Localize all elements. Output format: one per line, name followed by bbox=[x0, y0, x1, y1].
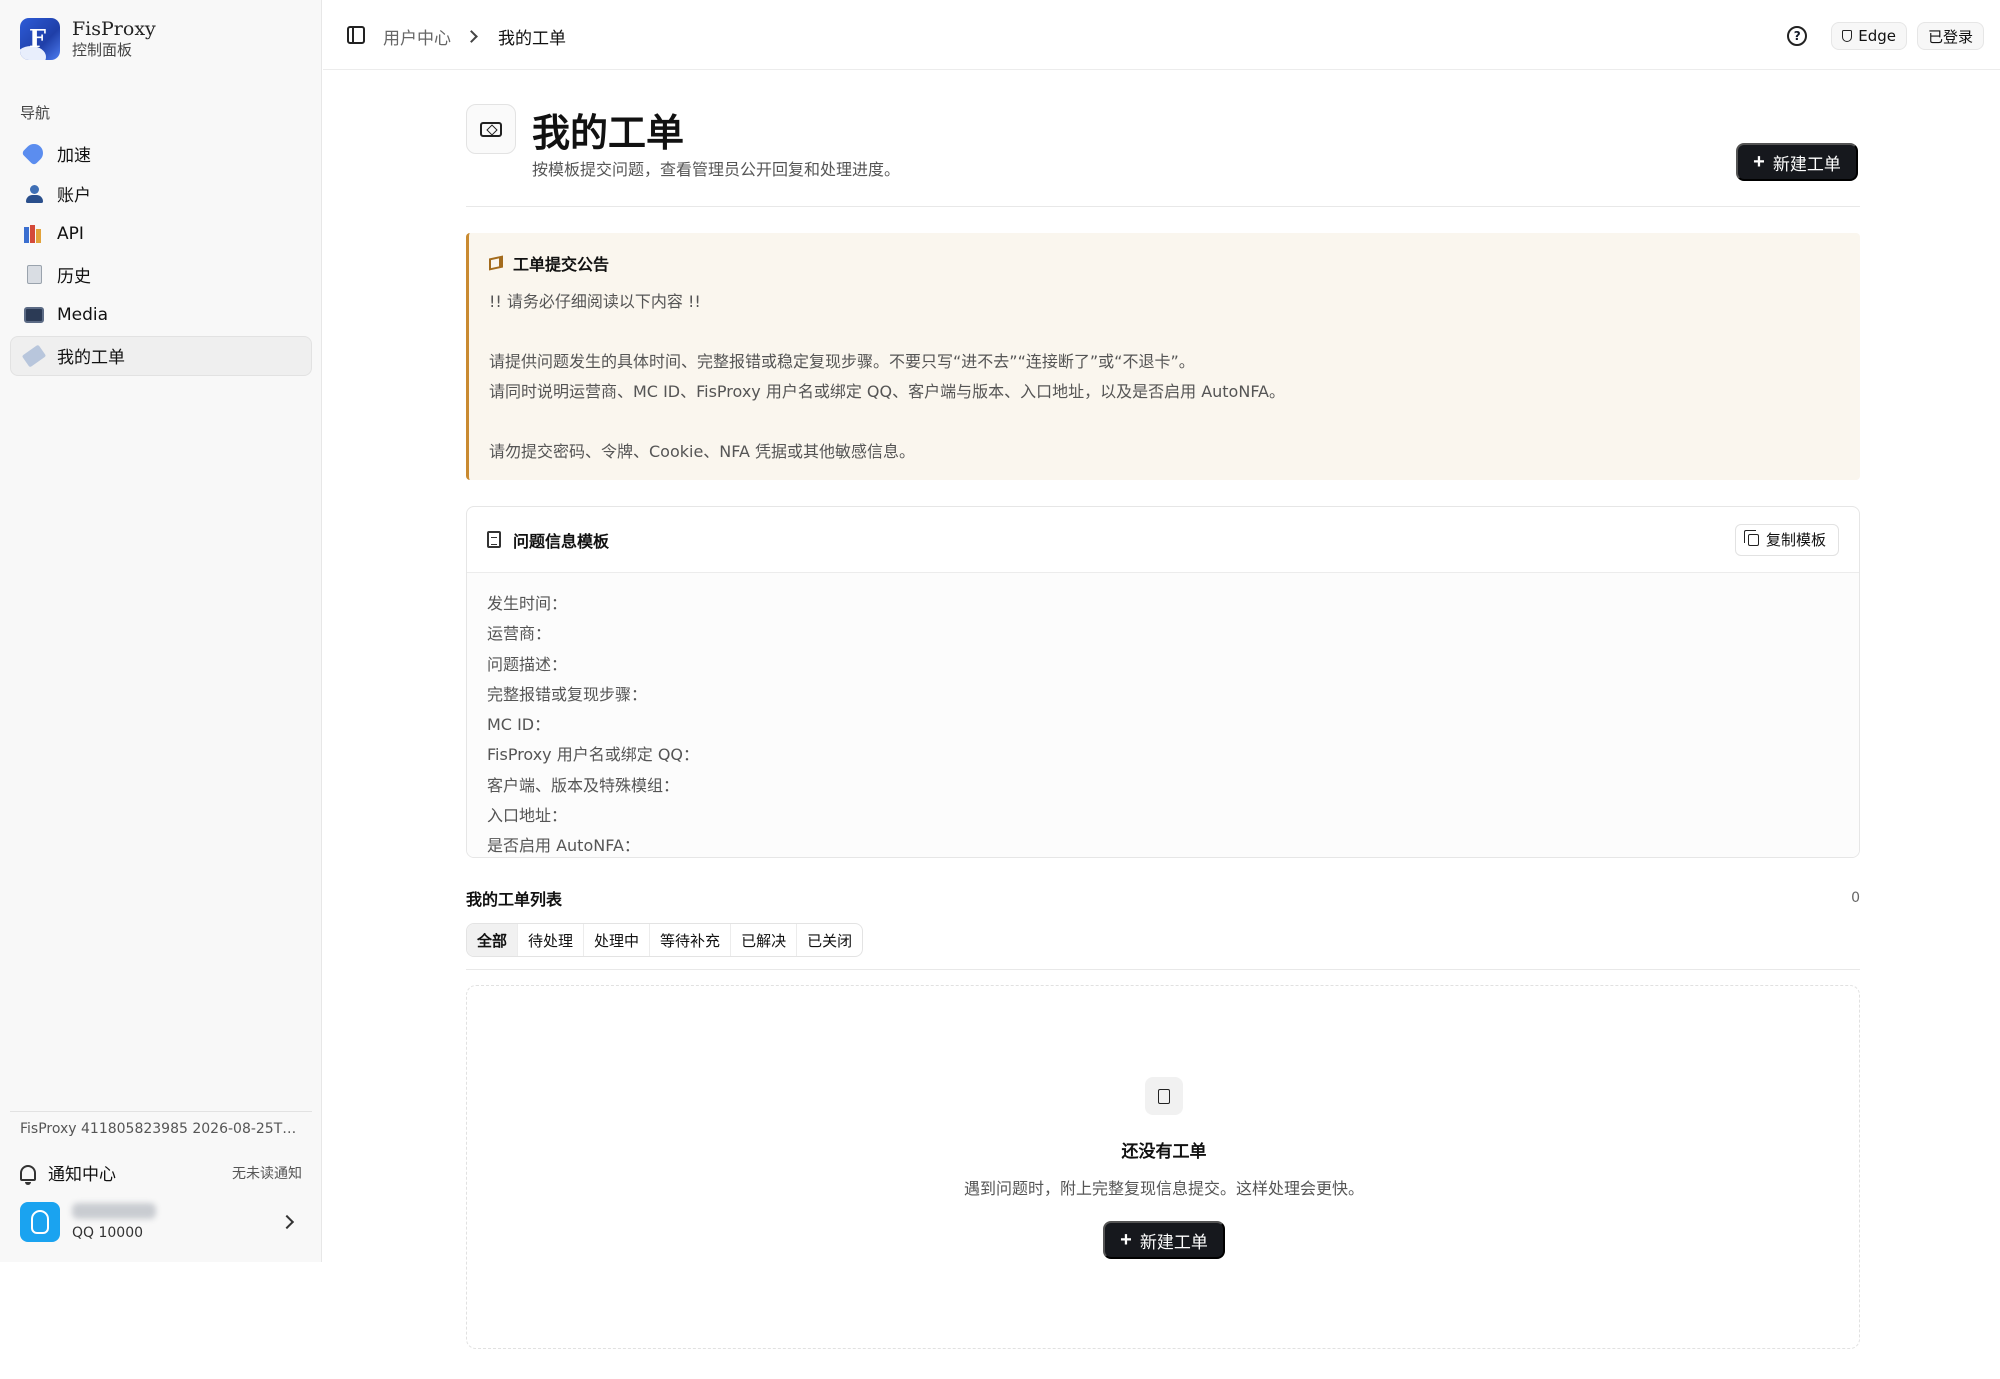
template-panel: 问题信息模板 复制模板 发生时间： 运营商： 问题描述： 完整报错或复现步骤： … bbox=[466, 506, 1860, 858]
books-icon bbox=[23, 223, 45, 245]
user-qq: QQ 10000 bbox=[72, 1225, 144, 1241]
tv-icon bbox=[23, 304, 45, 326]
copy-template-button[interactable]: 复制模板 bbox=[1734, 523, 1839, 556]
sidebar-item-my-tickets[interactable]: 我的工单 bbox=[10, 335, 312, 376]
login-status-badge[interactable]: 已登录 bbox=[1916, 22, 1984, 50]
user-menu[interactable]: QQ 10000 bbox=[20, 1200, 302, 1244]
sidebar-item-label: API bbox=[57, 224, 84, 244]
sidebar-item-accelerate[interactable]: 加速 bbox=[10, 133, 312, 173]
clipboard-icon bbox=[487, 531, 501, 548]
sidebar-item-label: 加速 bbox=[57, 145, 91, 166]
breadcrumb: 用户中心 我的工单 bbox=[383, 24, 566, 49]
ledger-icon bbox=[23, 264, 45, 286]
brand[interactable]: F FisProxy 控制面板 bbox=[20, 18, 156, 60]
plus-icon: + bbox=[1753, 151, 1765, 173]
ticket-list-header: 我的工单列表 0 bbox=[466, 886, 1860, 910]
ticket-count: 0 bbox=[1851, 890, 1860, 906]
breadcrumb-user-center[interactable]: 用户中心 bbox=[383, 24, 451, 49]
sidebar-item-media[interactable]: Media bbox=[10, 295, 312, 335]
tab-pending[interactable]: 待处理 bbox=[518, 924, 585, 956]
document-icon bbox=[1145, 1077, 1183, 1115]
chevron-right-icon bbox=[465, 30, 478, 43]
username-redacted bbox=[72, 1203, 156, 1219]
fisproxy-logo-icon: F bbox=[20, 18, 60, 60]
notice-title: 工单提交公告 bbox=[513, 255, 610, 274]
rocket-icon bbox=[21, 140, 47, 166]
ticket-icon bbox=[21, 344, 47, 367]
brand-subtitle: 控制面板 bbox=[72, 41, 133, 59]
tab-awaiting-info[interactable]: 等待补充 bbox=[650, 924, 732, 956]
empty-subtitle: 遇到问题时，附上完整复现信息提交。这样处理会更快。 bbox=[963, 1179, 1364, 1198]
new-ticket-button-empty[interactable]: + 新建工单 bbox=[1103, 1221, 1225, 1259]
new-ticket-button[interactable]: + 新建工单 bbox=[1736, 143, 1858, 181]
nav-section-label: 导航 bbox=[20, 104, 51, 122]
user-icon bbox=[23, 183, 45, 205]
status-filter-tabs: 全部 待处理 处理中 等待补充 已解决 已关闭 bbox=[466, 923, 864, 957]
page-subtitle: 按模板提交问题，查看管理员公开回复和处理进度。 bbox=[532, 160, 901, 179]
plus-icon: + bbox=[1120, 1229, 1132, 1251]
notification-label: 通知中心 bbox=[48, 1165, 116, 1185]
browser-label: Edge bbox=[1858, 27, 1896, 45]
sidebar-item-api[interactable]: API bbox=[10, 214, 312, 254]
empty-state: 还没有工单 遇到问题时，附上完整复现信息提交。这样处理会更快。 + 新建工单 bbox=[466, 985, 1860, 1349]
new-ticket-label: 新建工单 bbox=[1772, 154, 1841, 174]
template-content[interactable]: 发生时间： 运营商： 问题描述： 完整报错或复现步骤： MC ID： FisPr… bbox=[467, 573, 1859, 857]
brand-name: FisProxy bbox=[72, 18, 156, 40]
ticket-icon bbox=[466, 104, 516, 154]
version-info: FisProxy 411805823985 2026-08-25T1… bbox=[20, 1121, 302, 1137]
notification-status: 无未读通知 bbox=[232, 1165, 302, 1182]
page-header: 我的工单 按模板提交问题，查看管理员公开回复和处理进度。 + 新建工单 bbox=[466, 70, 1860, 207]
sidebar-item-account[interactable]: 账户 bbox=[10, 174, 312, 214]
avatar bbox=[20, 1202, 60, 1242]
empty-title: 还没有工单 bbox=[1121, 1142, 1207, 1162]
sidebar-divider bbox=[10, 1111, 312, 1112]
notice-panel: 工单提交公告 !! 请务必仔细阅读以下内容 !! 请提供问题发生的具体时间、完整… bbox=[466, 233, 1860, 480]
ticket-list-title: 我的工单列表 bbox=[466, 890, 563, 909]
sidebar-nav: 加速 账户 API 历史 Media 我的工单 bbox=[10, 133, 312, 376]
new-ticket-label: 新建工单 bbox=[1139, 1232, 1208, 1252]
list-divider bbox=[466, 969, 1860, 970]
shield-icon bbox=[1842, 30, 1853, 42]
qq-penguin-icon bbox=[31, 1210, 49, 1234]
topbar: 用户中心 我的工单 ? Edge 已登录 bbox=[323, 0, 2000, 70]
sidebar-toggle-icon[interactable] bbox=[347, 26, 365, 44]
help-icon[interactable]: ? bbox=[1787, 26, 1808, 46]
tab-processing[interactable]: 处理中 bbox=[584, 924, 651, 956]
main-content: 我的工单 按模板提交问题，查看管理员公开回复和处理进度。 + 新建工单 工单提交… bbox=[466, 70, 1860, 1349]
sidebar-item-label: 账户 bbox=[57, 186, 91, 206]
browser-badge[interactable]: Edge bbox=[1831, 22, 1907, 50]
sidebar-item-label: 我的工单 bbox=[57, 348, 125, 368]
tab-closed[interactable]: 已关闭 bbox=[797, 924, 862, 956]
sidebar-item-label: Media bbox=[57, 305, 109, 325]
copy-icon bbox=[1743, 529, 1759, 546]
tab-resolved[interactable]: 已解决 bbox=[731, 924, 798, 956]
tab-all[interactable]: 全部 bbox=[467, 924, 519, 956]
page-title: 我的工单 bbox=[532, 110, 685, 155]
megaphone-icon bbox=[489, 255, 503, 271]
copy-template-label: 复制模板 bbox=[1765, 532, 1826, 549]
sidebar: F FisProxy 控制面板 导航 加速 账户 API 历史 Media 我的… bbox=[0, 0, 322, 1262]
sidebar-item-label: 历史 bbox=[57, 267, 91, 287]
template-title: 问题信息模板 bbox=[513, 531, 610, 551]
breadcrumb-current: 我的工单 bbox=[498, 29, 566, 49]
notice-body: !! 请务必仔细阅读以下内容 !! 请提供问题发生的具体时间、完整报错或稳定复现… bbox=[489, 292, 1285, 461]
sidebar-item-history[interactable]: 历史 bbox=[10, 255, 312, 295]
bell-icon bbox=[20, 1164, 36, 1185]
notification-center[interactable]: 通知中心 无未读通知 bbox=[20, 1160, 302, 1185]
chevron-right-icon bbox=[279, 1214, 295, 1230]
